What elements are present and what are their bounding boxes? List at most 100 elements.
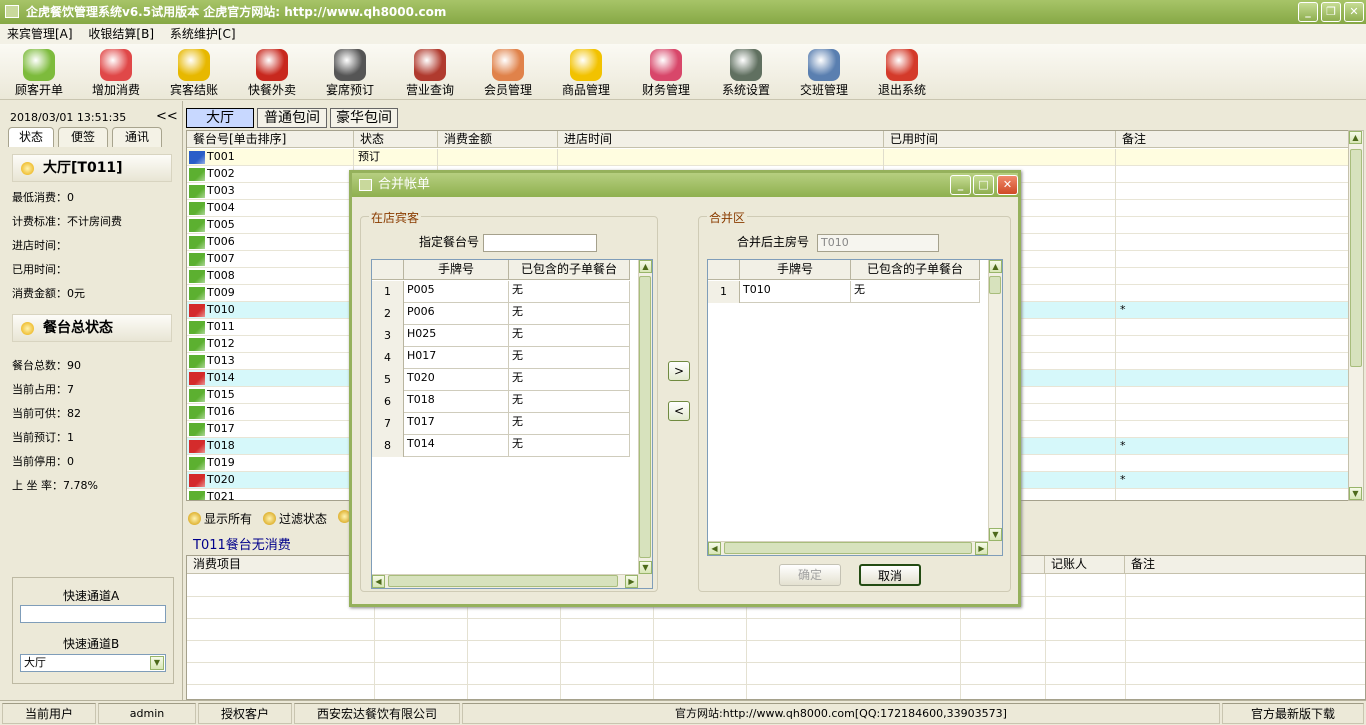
toolbar-button-10[interactable]: 系统设置 [708,46,784,98]
list-item[interactable]: 4 H017 无 [372,347,630,369]
quick-a-input[interactable] [20,605,166,623]
toolbar-button-11[interactable]: 交班管理 [786,46,862,98]
scroll-thumb[interactable] [724,542,972,554]
tab-comm[interactable]: 通讯 [112,127,162,147]
customer-icon [23,49,55,81]
table-note-cell [1116,353,1348,370]
quick-b-select[interactable]: 大厅 ▼ [20,654,166,672]
scroll-right-icon[interactable]: ▶ [625,575,638,588]
list-item[interactable]: 6 T018 无 [372,391,630,413]
col-enter-time[interactable]: 进店时间 [558,131,884,148]
toolbar-label: 宴席预订 [325,83,374,97]
download-link[interactable]: 官方最新版下载 [1222,703,1364,724]
scroll-thumb[interactable] [639,276,651,558]
table-id-cell: T003 [187,183,354,200]
col-table-id[interactable]: 餐台号[单击排序] [187,131,354,148]
no-consume-message: T011餐台无消费 [193,538,291,553]
restore-button[interactable]: ❐ [1321,2,1341,22]
menu-system[interactable]: 系统维护[C] [170,27,236,41]
main-room-input[interactable]: T010 [817,234,939,252]
toolbar-button-2[interactable]: 增加消费 [78,46,154,98]
scroll-thumb[interactable] [1350,149,1362,367]
menu-cashier[interactable]: 收银结算[B] [88,27,154,41]
scroll-down-icon[interactable]: ▼ [989,528,1002,541]
show-all-button[interactable]: 显示所有 [188,510,252,527]
grid-scrollbar[interactable]: ▲ ▼ [1348,130,1364,501]
app-icon [5,5,19,18]
chevron-down-icon[interactable]: ▼ [150,656,164,670]
table-row[interactable]: T001 预订 [187,149,1348,166]
list-item[interactable]: 7 T017 无 [372,413,630,435]
in-store-group: 在店宾客 指定餐台号 手牌号 已包含的子单餐台 1 P005 无 2 P006 无 3 H02… [360,209,658,592]
list-item[interactable]: 8 T014 无 [372,435,630,457]
move-left-button[interactable]: < [668,401,690,421]
guest-hscroll[interactable]: ◀ ▶ [372,574,638,588]
list-item[interactable]: 2 P006 无 [372,303,630,325]
toolbar-button-8[interactable]: 商品管理 [548,46,624,98]
col-lower-note[interactable]: 备注 [1125,556,1365,574]
col-tag-no[interactable]: 手牌号 [740,260,851,280]
guest-grid[interactable]: 手牌号 已包含的子单餐台 1 P005 无 2 P006 无 3 H025 无 4 H017 无 5 T0… [371,259,653,589]
col-recorder[interactable]: 记账人 [1045,556,1125,574]
scroll-up-icon[interactable]: ▲ [639,260,652,273]
scroll-thumb[interactable] [388,575,618,587]
filter-status-label: 过滤状态 [279,512,328,526]
tab-status[interactable]: 状态 [8,127,54,147]
collapse-button[interactable]: << [156,109,178,124]
move-right-button[interactable]: > [668,361,690,381]
tab-notes[interactable]: 便签 [58,127,108,147]
enter-time: 进店时间： [12,239,67,252]
toolbar-button-9[interactable]: 财务管理 [628,46,704,98]
filter-status-button[interactable]: 过滤状态 [263,510,327,527]
scroll-up-icon[interactable]: ▲ [989,260,1002,273]
dialog-close-button[interactable]: ✕ [997,175,1018,195]
toolbar-button-3[interactable]: 宾客结账 [156,46,232,98]
col-tag-no[interactable]: 手牌号 [404,260,509,280]
tab-normal-room[interactable]: 普通包间 [257,108,327,128]
confirm-button[interactable]: 确定 [779,564,841,586]
col-amount[interactable]: 消费金额 [438,131,558,148]
scroll-left-icon[interactable]: ◀ [708,542,721,555]
col-sub-tables[interactable]: 已包含的子单餐台 [509,260,630,280]
close-button[interactable]: ✕ [1344,2,1364,22]
merge-hscroll[interactable]: ◀ ▶ [708,541,988,555]
merge-vscroll[interactable]: ▲ ▼ [988,260,1002,541]
list-item[interactable]: 1 T010 无 [708,281,980,303]
menu-guest[interactable]: 来宾管理[A] [7,27,73,41]
toolbar-button-7[interactable]: 会员管理 [470,46,546,98]
toolbar-button-6[interactable]: 营业查询 [392,46,468,98]
table-id: T008 [207,269,235,282]
list-item[interactable]: 5 T020 无 [372,369,630,391]
cancel-button[interactable]: 取消 [859,564,921,586]
table-flag-icon [189,219,205,232]
minimize-button[interactable]: _ [1298,2,1318,22]
table-no-input[interactable] [483,234,597,252]
list-item[interactable]: 1 P005 无 [372,281,630,303]
tab-hall[interactable]: 大厅 [186,108,254,128]
toolbar-button-4[interactable]: 快餐外卖 [234,46,310,98]
table-flag-icon [189,202,205,215]
toolbar-button-5[interactable]: 宴席预订 [312,46,388,98]
col-note[interactable]: 备注 [1116,131,1348,148]
dialog-maximize-button[interactable]: □ [973,175,994,195]
tab-luxury-room[interactable]: 豪华包间 [330,108,398,128]
scroll-right-icon[interactable]: ▶ [975,542,988,555]
table-flag-icon [189,151,205,164]
guest-vscroll[interactable]: ▲ ▼ [638,260,652,574]
toolbar-button-1[interactable]: 顾客开单 [1,46,77,98]
list-item[interactable]: 3 H025 无 [372,325,630,347]
title-bar: 企虎餐饮管理系统v6.5试用版本 企虎官方网站: http://www.qh80… [0,0,1366,24]
table-flag-icon [189,491,205,500]
merge-grid[interactable]: 手牌号 已包含的子单餐台 1 T010 无 ▲ ▼ ◀ ▶ [707,259,1003,556]
col-status[interactable]: 状态 [354,131,438,148]
toolbar-button-12[interactable]: 退出系统 [864,46,940,98]
col-sub-tables[interactable]: 已包含的子单餐台 [851,260,980,280]
scroll-up-icon[interactable]: ▲ [1349,131,1362,144]
scroll-down-icon[interactable]: ▼ [639,561,652,574]
scroll-left-icon[interactable]: ◀ [372,575,385,588]
scroll-down-icon[interactable]: ▼ [1349,487,1362,500]
scroll-thumb[interactable] [989,276,1001,294]
dialog-minimize-button[interactable]: _ [950,175,971,195]
sub-table-cell: 无 [509,391,630,413]
col-used-time[interactable]: 已用时间 [884,131,1116,148]
